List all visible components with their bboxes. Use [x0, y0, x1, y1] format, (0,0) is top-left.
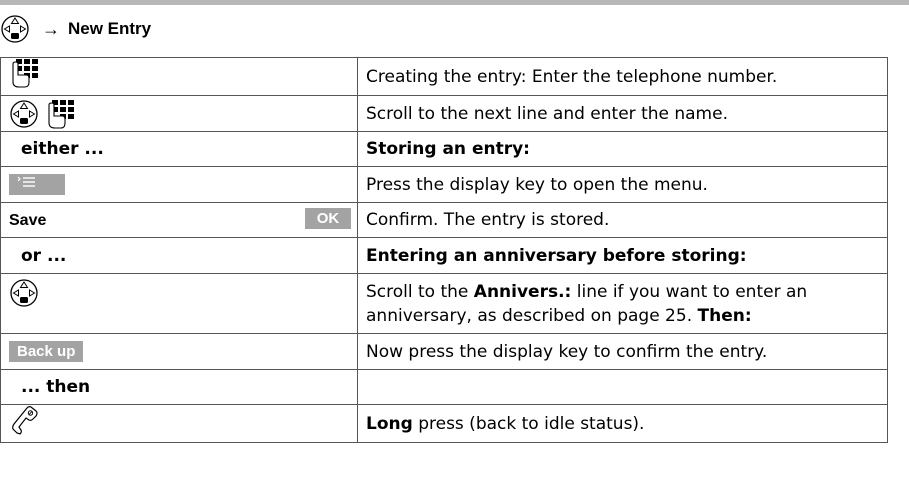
step-description: Scroll to the next line and enter the na… — [357, 95, 888, 132]
control-key-icon — [9, 99, 39, 129]
keypad-icon — [45, 99, 79, 129]
page-title: New Entry — [68, 19, 152, 38]
menu-item-save[interactable]: Save — [9, 212, 46, 229]
keypad-icon — [9, 59, 43, 93]
step-keyword: ... then — [21, 377, 91, 397]
end-call-key-icon — [9, 406, 41, 440]
step-description: Entering an anniversary before storing: — [357, 237, 888, 274]
annivers-label: Annivers.: — [473, 281, 572, 302]
control-key-icon — [9, 279, 39, 313]
control-key-icon — [0, 14, 30, 44]
table-row: Scroll to the next line and enter the na… — [0, 95, 888, 132]
table-row: Creating the entry: Enter the telephone … — [0, 57, 888, 96]
step-description: Creating the entry: Enter the telephone … — [357, 57, 888, 96]
table-row: Save OK Confirm. The entry is stored. — [0, 202, 888, 238]
table-row: ... then — [0, 369, 888, 405]
step-description: Confirm. The entry is stored. — [357, 202, 888, 238]
step-description: Now press the display key to confirm the… — [357, 333, 888, 370]
table-row: Back up Now press the display key to con… — [0, 333, 888, 370]
step-description: Scroll to the Annivers.: line if you wan… — [357, 273, 888, 334]
back-up-key[interactable]: Back up — [9, 341, 84, 362]
heading-arrow: → — [42, 18, 60, 39]
ok-key[interactable]: OK — [305, 207, 351, 229]
section-heading: → New Entry — [0, 14, 909, 44]
step-keyword: or ... — [21, 245, 67, 266]
table-row: either ... Storing an entry: — [0, 131, 888, 167]
menu-key-icon[interactable] — [9, 174, 65, 195]
step-keyword: either ... — [21, 139, 104, 159]
step-description — [357, 369, 888, 405]
step-description: Long press (back to idle status). — [357, 404, 888, 443]
top-rule — [0, 0, 909, 5]
table-row: Scroll to the Annivers.: line if you wan… — [0, 273, 888, 334]
step-description: Press the display key to open the menu. — [357, 166, 888, 203]
table-row: Long press (back to idle status). — [0, 404, 888, 443]
table-row: Press the display key to open the menu. — [0, 166, 888, 203]
instruction-table: Creating the entry: Enter the telephone … — [0, 57, 888, 443]
table-row: or ... Entering an anniversary before st… — [0, 237, 888, 274]
step-description: Storing an entry: — [357, 131, 888, 167]
